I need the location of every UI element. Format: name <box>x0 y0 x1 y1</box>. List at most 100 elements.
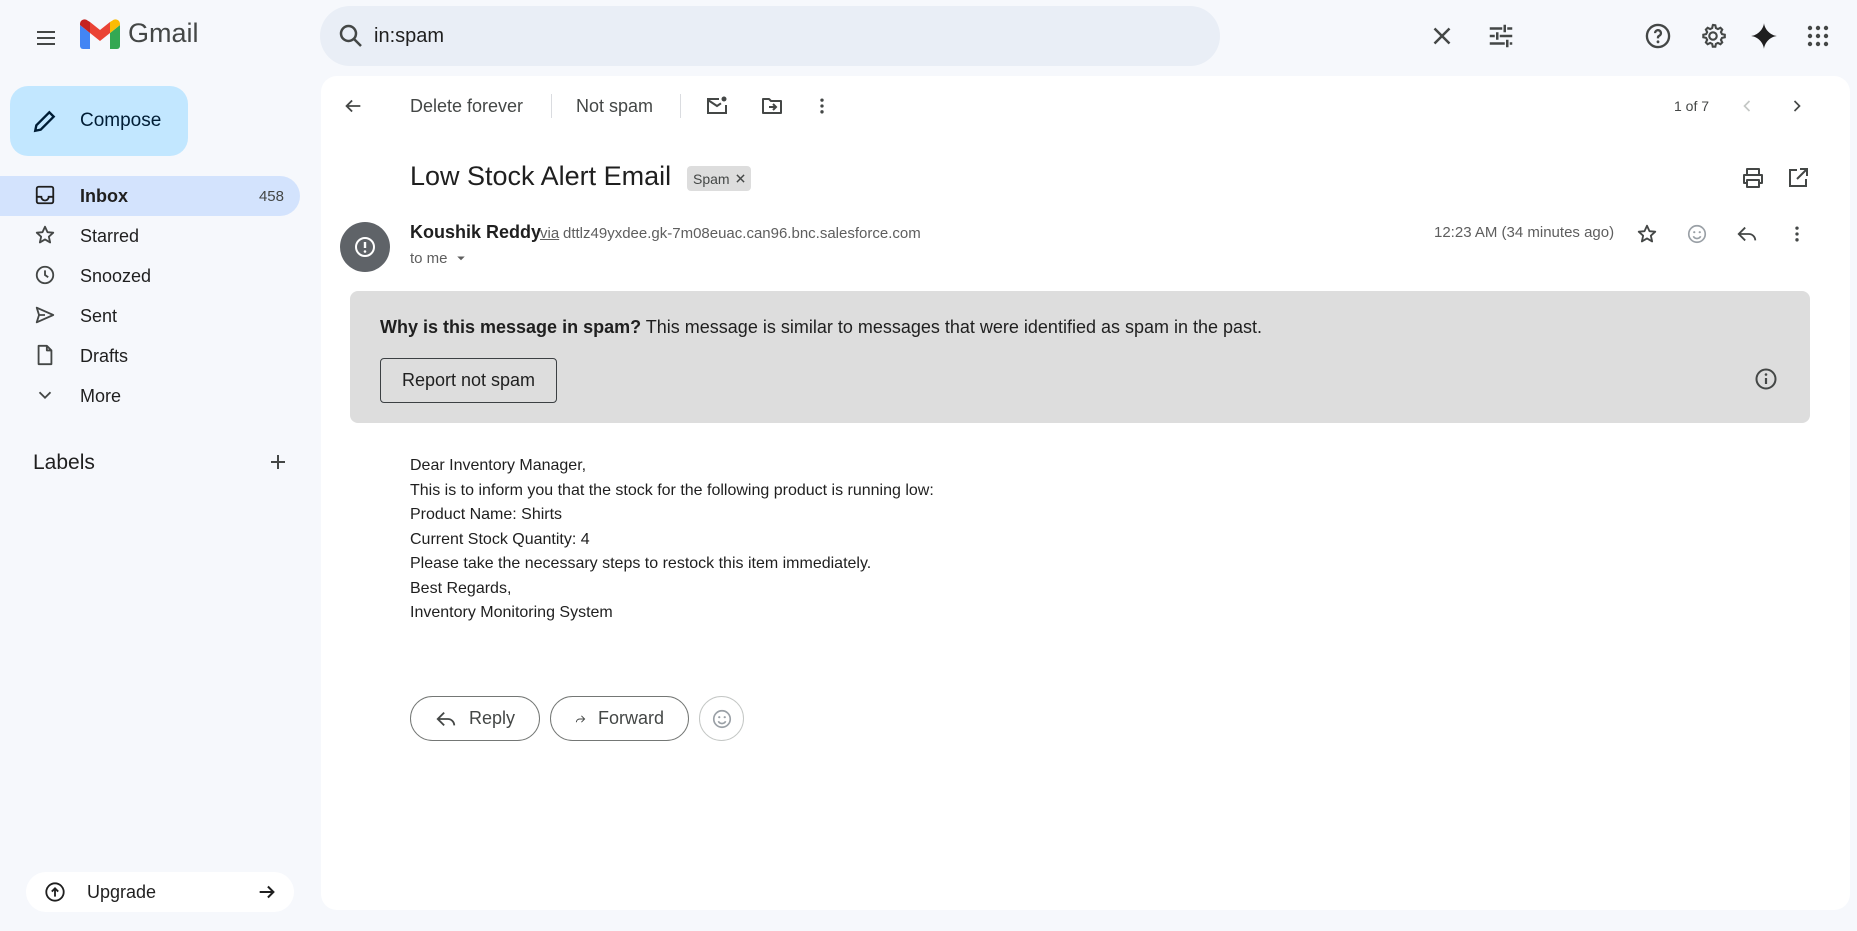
sidebar-item-starred[interactable]: Starred <box>0 216 300 256</box>
labels-heading: Labels <box>33 451 95 474</box>
chevron-right-icon <box>1793 100 1801 112</box>
gmail-logo[interactable]: Gmail <box>80 18 199 49</box>
spam-reason-text: This message is similar to messages that… <box>645 317 1263 337</box>
body-line: Please take the necessary steps to resto… <box>410 555 872 572</box>
sidebar-item-label: Drafts <box>80 346 129 366</box>
create-label-button[interactable] <box>266 450 290 474</box>
reply-icon <box>436 711 456 726</box>
caret-down-icon <box>456 256 465 261</box>
print-button[interactable] <box>1733 158 1773 198</box>
gear-icon <box>1702 23 1726 48</box>
smiley-icon <box>1687 224 1707 244</box>
sidebar-item-label: Snoozed <box>80 266 152 286</box>
newer-button[interactable] <box>1727 86 1767 126</box>
close-icon[interactable] <box>1427 21 1457 51</box>
open-in-new-window-button[interactable] <box>1778 158 1818 198</box>
inbox-count: 458 <box>258 188 284 205</box>
settings-button[interactable] <box>1689 12 1737 60</box>
message-more-button[interactable] <box>1777 214 1817 254</box>
chevron-left-icon <box>1743 100 1751 112</box>
forward-icon <box>575 714 586 723</box>
hamburger-icon <box>37 31 55 45</box>
email-subject: Low Stock Alert Email <box>410 161 672 191</box>
reply-button[interactable] <box>1727 214 1767 254</box>
close-icon[interactable] <box>735 174 745 183</box>
sidebar-item-sent[interactable]: Sent <box>0 296 300 336</box>
sidebar-item-drafts[interactable]: Drafts <box>0 336 300 376</box>
toolbar-divider <box>680 94 681 118</box>
alert-icon <box>355 237 375 257</box>
forward-action-button[interactable]: Forward <box>550 696 689 741</box>
pencil-icon <box>33 110 56 133</box>
email-body: Dear Inventory Manager, This is to infor… <box>410 454 934 626</box>
sidebar-item-label: Starred <box>80 226 140 246</box>
forward-label: Forward <box>597 708 664 728</box>
more-vert-icon <box>820 98 824 114</box>
pagination-count: 1 of 7 <box>1674 98 1710 114</box>
spam-reason: Why is this message in spam? This messag… <box>380 317 1262 338</box>
body-line: Inventory Monitoring System <box>410 604 613 621</box>
gemini-button[interactable] <box>1740 12 1788 60</box>
arrow-right-icon <box>259 885 275 899</box>
emoji-reaction-button[interactable] <box>1677 214 1717 254</box>
sender-name[interactable]: Koushik Reddy <box>410 222 541 243</box>
recipient-label: to me <box>410 249 448 267</box>
spam-reason-title: Why is this message in spam? <box>380 317 642 337</box>
body-line: Best Regards, <box>410 579 512 597</box>
open-in-new-icon <box>1789 168 1808 187</box>
upgrade-button[interactable]: Upgrade <box>26 872 294 912</box>
sidebar-item-snoozed[interactable]: Snoozed <box>0 256 300 296</box>
apps-grid-icon <box>1807 25 1829 47</box>
chip-label: Spam <box>693 170 730 187</box>
add-reaction-button[interactable] <box>699 696 744 741</box>
star-icon <box>1637 224 1657 243</box>
sidebar-item-label: Sent <box>80 306 118 326</box>
search-bar[interactable] <box>320 6 1513 66</box>
reply-action-button[interactable]: Reply <box>410 696 540 741</box>
back-button[interactable] <box>333 86 373 126</box>
search-icon[interactable] <box>336 21 366 51</box>
search-options-icon[interactable] <box>1486 21 1516 51</box>
sidebar-item-label: More <box>80 386 122 406</box>
arrow-left-icon <box>345 99 361 113</box>
compose-button[interactable]: Compose <box>10 86 188 156</box>
print-icon <box>1743 168 1763 188</box>
sender-avatar[interactable] <box>340 222 390 272</box>
main-menu-button[interactable] <box>22 14 70 62</box>
body-line: Dear Inventory Manager, <box>410 457 587 474</box>
via-link[interactable]: via <box>540 225 559 242</box>
more-options-button[interactable] <box>802 86 842 126</box>
star-button[interactable] <box>1627 214 1667 254</box>
spam-warning-banner: Why is this message in spam? This messag… <box>350 291 1810 423</box>
clock-icon <box>35 265 55 285</box>
more-vert-icon <box>1795 226 1799 242</box>
body-line: Current Stock Quantity: 4 <box>410 530 590 548</box>
report-not-spam-button[interactable]: Report not spam <box>380 358 557 403</box>
move-to-button[interactable] <box>752 86 792 126</box>
delete-forever-button[interactable]: Delete forever <box>410 96 523 117</box>
plus-icon <box>271 455 285 469</box>
body-line: This is to inform you that the stock for… <box>410 481 934 499</box>
gmail-m-icon <box>80 18 120 49</box>
sidebar-item-inbox[interactable]: Inbox 458 <box>0 176 300 216</box>
move-to-folder-icon <box>762 98 782 114</box>
help-button[interactable] <box>1634 12 1682 60</box>
upgrade-label: Upgrade <box>87 882 157 902</box>
sidebar-item-more[interactable]: More <box>0 376 300 416</box>
upgrade-icon <box>45 882 65 902</box>
info-icon[interactable] <box>1754 367 1778 391</box>
older-button[interactable] <box>1777 86 1817 126</box>
search-input[interactable] <box>374 20 1074 52</box>
star-icon <box>35 225 55 244</box>
not-spam-button[interactable]: Not spam <box>576 96 653 117</box>
toolbar-divider <box>551 94 552 118</box>
chevron-down-icon <box>38 391 52 400</box>
apps-button[interactable] <box>1794 12 1842 60</box>
recipient-details-toggle[interactable]: to me <box>410 249 470 267</box>
gmail-wordmark: Gmail <box>128 18 199 48</box>
spam-label-chip: Spam <box>687 166 751 191</box>
sidebar-item-label: Inbox <box>80 186 128 206</box>
mark-unread-button[interactable] <box>697 86 737 126</box>
body-line: Product Name: Shirts <box>410 506 563 523</box>
help-icon <box>1645 23 1671 49</box>
